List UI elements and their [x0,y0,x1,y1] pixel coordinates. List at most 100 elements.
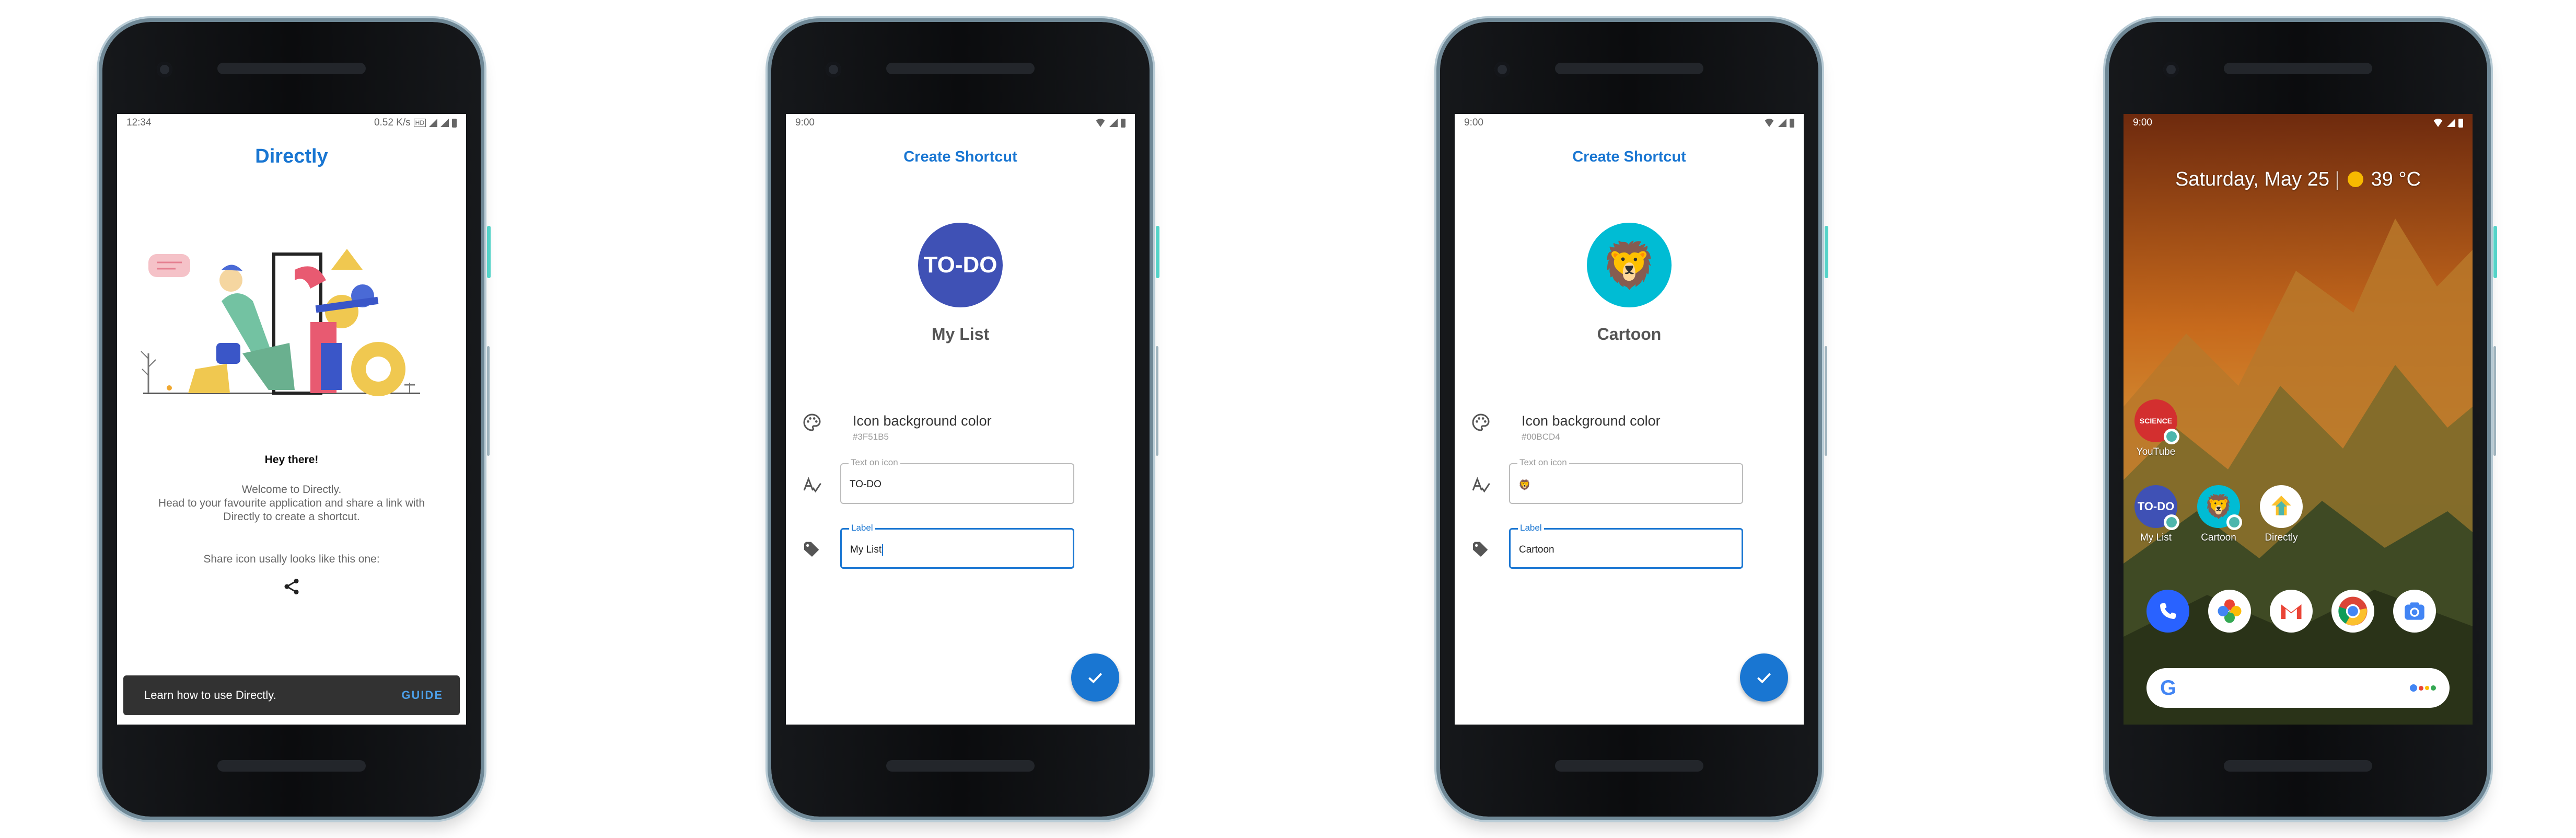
create-shortcut-screen-cartoon: 9:00 Create Shortcut 🦁 Cartoon Icon back… [1455,114,1804,725]
label-field-label: Label [849,523,875,533]
text-on-icon-field[interactable]: Text on icon TO-DO [840,457,1074,504]
create-shortcut-screen-todo: 9:00 Create Shortcut TO-DO My List Icon … [786,114,1135,725]
confirm-button[interactable] [1740,653,1788,702]
app-cartoon[interactable]: 🦁 Cartoon [2187,485,2250,544]
guide-snackbar: Learn how to use Directly. GUIDE [123,675,460,715]
front-camera [826,62,841,77]
text-on-icon-value: 🦁 [1518,480,1531,491]
wifi-icon [1763,119,1775,127]
date-weather-widget[interactable]: Saturday, May 25 | 39 °C [2124,168,2473,191]
phone-frame-todo: 9:00 Create Shortcut TO-DO My List Icon … [771,22,1159,817]
signal-icon [2447,119,2455,127]
gmail-icon[interactable] [2270,590,2313,633]
app-label: Cartoon [2201,532,2236,543]
check-icon [1088,673,1103,684]
signal-icon [429,119,437,127]
text-format-icon [1472,477,1490,493]
signal-icon-2 [440,119,449,127]
welcome-text: Welcome to Directly. Head to your favour… [158,484,425,523]
app-directly[interactable]: Directly [2250,485,2313,544]
home-screen: 9:00 Saturday, May 25 | 39 °C SCIENCE Yo… [2124,114,2473,725]
label-field-value: Cartoon [1519,544,1554,555]
earpiece-speaker [217,63,366,74]
label-field-label: Label [1518,523,1544,533]
assistant-icon[interactable] [2410,684,2436,692]
bottom-speaker [2224,760,2372,772]
battery-icon [1790,118,1794,128]
confirm-button[interactable] [1071,653,1119,702]
directly-badge-icon [2164,514,2179,530]
status-time: 9:00 [2133,117,2152,128]
wifi-icon [1095,119,1106,127]
label-field[interactable]: Label My List [840,523,1074,569]
guide-button[interactable]: GUIDE [401,688,443,702]
text-cursor [882,544,884,556]
status-bar: 9:00 [1455,114,1804,132]
earpiece-speaker [2224,63,2372,74]
app-title: Directly [255,145,328,167]
signal-icon [1109,119,1118,127]
status-time: 12:34 [126,117,152,128]
text-on-icon-value: TO-DO [850,479,881,490]
shortcut-name: My List [931,325,990,343]
google-logo-icon: G [2160,676,2177,699]
battery-icon [2458,118,2463,128]
phone-icon[interactable] [2146,590,2189,633]
welcome-screen: 12:34 0.52 K/s HD Directly Hey there! We… [117,114,466,725]
page-title: Create Shortcut [1572,148,1686,165]
camera-icon[interactable] [2393,590,2436,633]
status-bar: 9:00 [2124,114,2473,132]
battery-icon [452,118,457,128]
science-icon: SCIENCE [2134,399,2179,444]
label-tag-icon [804,542,819,557]
todo-icon-text: TO-DO [2137,500,2175,513]
phone-frame-home: 9:00 Saturday, May 25 | 39 °C SCIENCE Yo… [2109,22,2497,817]
status-bar: 9:00 [786,114,1135,132]
temperature-text: 39 °C [2371,168,2421,190]
photos-icon[interactable] [2208,590,2251,633]
text-on-icon-field[interactable]: Text on icon 🦁 [1509,457,1743,504]
front-camera [157,62,172,77]
front-camera [1494,62,1510,77]
page-title: Create Shortcut [903,148,1017,165]
icon-bg-color-option[interactable]: Icon background color [1522,413,1661,429]
google-search-bar[interactable]: G [2146,668,2450,708]
label-field[interactable]: Label Cartoon [1509,523,1743,569]
icon-bg-color-hex: #00BCD4 [1522,432,1560,442]
snackbar-text: Learn how to use Directly. [144,688,276,702]
bottom-speaker [1555,760,1703,772]
greeting-heading: Hey there! [264,454,319,466]
directly-badge-icon [2164,429,2179,444]
lion-icon: 🦁 [2197,485,2242,530]
text-format-icon [803,477,821,493]
text-on-icon-label: Text on icon [1517,457,1569,468]
app-label: My List [2140,532,2172,543]
share-hint-text: Share icon usally looks like this one: [203,553,380,565]
phone-frame-welcome: 12:34 0.52 K/s HD Directly Hey there! We… [102,22,491,817]
icon-bg-color-hex: #3F51B5 [853,432,889,442]
label-field-value: My List [850,544,882,556]
status-time: 9:00 [795,117,815,128]
todo-icon: TO-DO [2134,485,2179,530]
welcome-illustration [141,249,420,396]
status-time: 9:00 [1464,117,1483,128]
bottom-speaker [217,760,366,772]
status-speed: 0.52 K/s [374,117,411,128]
front-camera [2163,62,2179,77]
directly-app-icon [2260,485,2303,528]
earpiece-speaker [1555,63,1703,74]
directly-badge-icon [2226,514,2242,530]
earpiece-speaker [886,63,1035,74]
date-text: Saturday, May 25 [2175,168,2329,190]
app-my-list[interactable]: TO-DO My List [2125,485,2187,544]
app-label: Directly [2265,532,2298,543]
status-bar: 12:34 0.52 K/s HD [117,114,466,132]
bottom-speaker [886,760,1035,772]
text-on-icon-label: Text on icon [849,457,900,468]
icon-bg-color-option[interactable]: Icon background color [853,413,992,429]
shortcut-name: Cartoon [1597,325,1662,343]
chrome-icon[interactable] [2331,590,2374,633]
science-icon-text: SCIENCE [2139,417,2173,425]
app-youtube[interactable]: SCIENCE YouTube [2125,399,2187,458]
share-icon [284,579,299,594]
